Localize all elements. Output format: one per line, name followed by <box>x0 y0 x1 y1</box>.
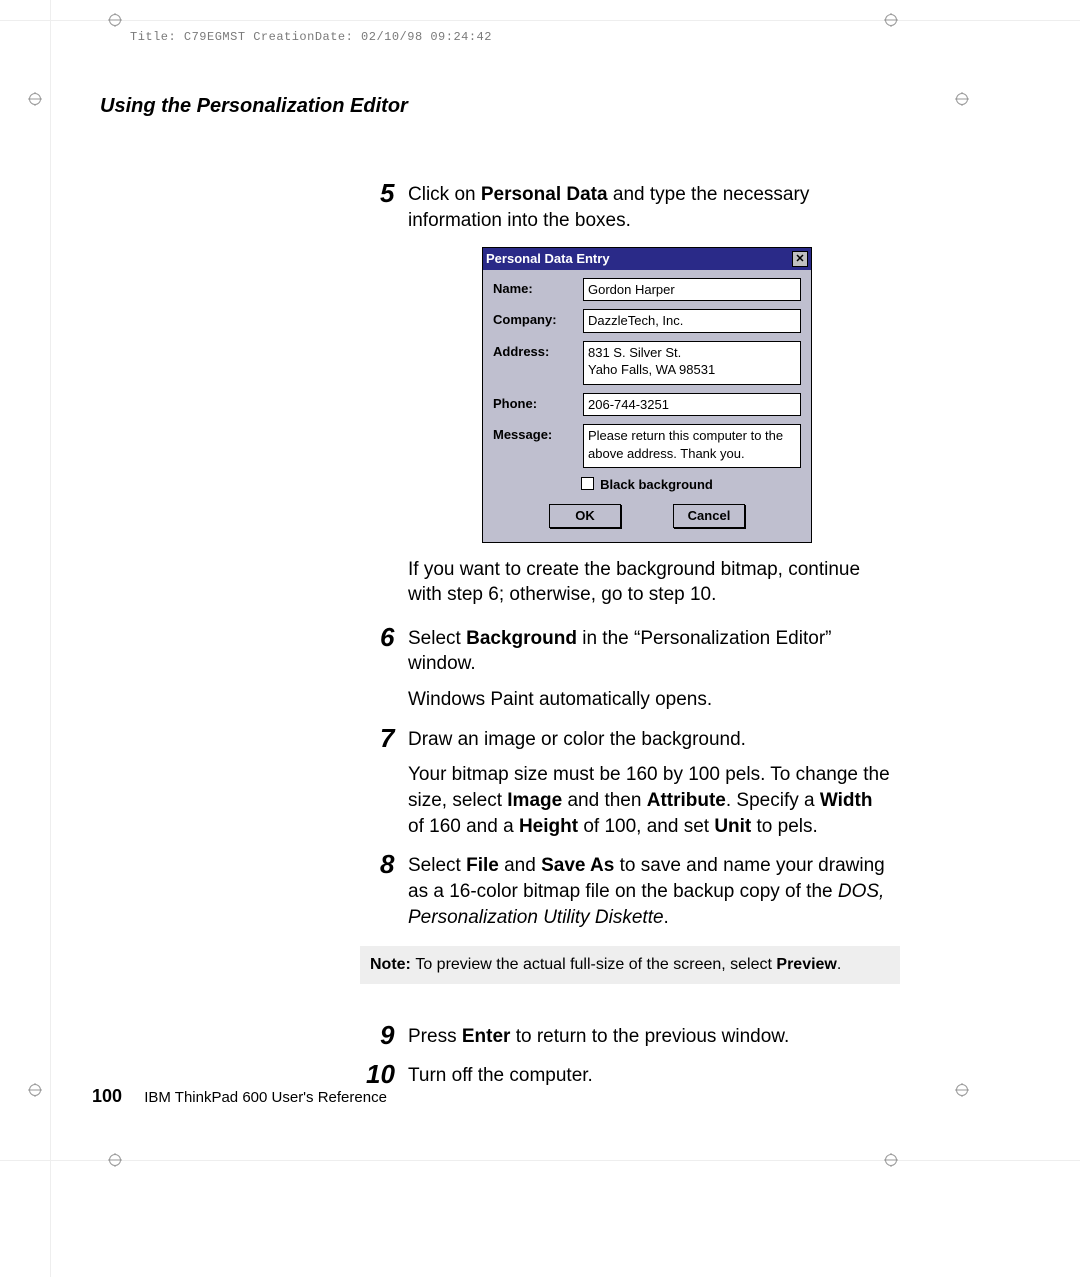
note-box: Note: To preview the actual full-size of… <box>360 946 900 984</box>
phone-input[interactable]: 206-744-3251 <box>583 393 801 417</box>
step-10: 10 Turn off the computer. <box>380 1063 890 1089</box>
crop-mark-icon <box>28 92 42 106</box>
dialog-titlebar: Personal Data Entry ✕ <box>483 248 811 270</box>
message-label: Message: <box>493 424 583 444</box>
section-heading: Using the Personalization Editor <box>100 95 408 118</box>
step-7: 7 Draw an image or color the background.… <box>380 727 890 840</box>
black-background-checkbox[interactable] <box>581 477 594 490</box>
name-input[interactable]: Gordon Harper <box>583 278 801 302</box>
step-5: 5 Click on Personal Data and type the ne… <box>380 182 890 233</box>
personal-data-entry-dialog: Personal Data Entry ✕ Name: Gordon Harpe… <box>482 247 812 542</box>
page-meta-header: Title: C79EGMST CreationDate: 02/10/98 0… <box>130 30 492 44</box>
step-8: 8 Select File and Save As to save and na… <box>380 853 890 930</box>
after-dialog-text: If you want to create the background bit… <box>408 557 890 608</box>
ok-button[interactable]: OK <box>549 504 621 528</box>
step-number: 5 <box>380 176 394 211</box>
page-number: 100 <box>92 1086 122 1106</box>
cancel-button[interactable]: Cancel <box>673 504 745 528</box>
footer-text: IBM ThinkPad 600 User's Reference <box>144 1089 387 1106</box>
name-label: Name: <box>493 278 583 298</box>
page-footer: 100 IBM ThinkPad 600 User's Reference <box>92 1086 387 1107</box>
company-input[interactable]: DazzleTech, Inc. <box>583 309 801 333</box>
address-label: Address: <box>493 341 583 361</box>
step-number: 6 <box>380 620 394 655</box>
step-6-sub: Windows Paint automatically opens. <box>408 687 890 713</box>
phone-label: Phone: <box>493 393 583 413</box>
company-label: Company: <box>493 309 583 329</box>
crop-mark-icon <box>955 92 969 106</box>
message-input[interactable]: Please return this computer to the above… <box>583 424 801 468</box>
step-9: 9 Press Enter to return to the previous … <box>380 1024 890 1050</box>
address-input[interactable]: 831 S. Silver St. Yaho Falls, WA 98531 <box>583 341 801 385</box>
dialog-title: Personal Data Entry <box>486 250 610 268</box>
step-6: 6 Select Background in the “Personalizat… <box>380 626 890 713</box>
step-number: 7 <box>380 721 394 756</box>
step-number: 8 <box>380 847 394 882</box>
step-number: 9 <box>380 1018 394 1053</box>
crop-mark-icon <box>955 1083 969 1097</box>
main-content: 5 Click on Personal Data and type the ne… <box>380 182 890 1103</box>
crop-mark-icon <box>28 1083 42 1097</box>
black-background-label: Black background <box>600 477 713 492</box>
close-icon[interactable]: ✕ <box>792 251 808 267</box>
